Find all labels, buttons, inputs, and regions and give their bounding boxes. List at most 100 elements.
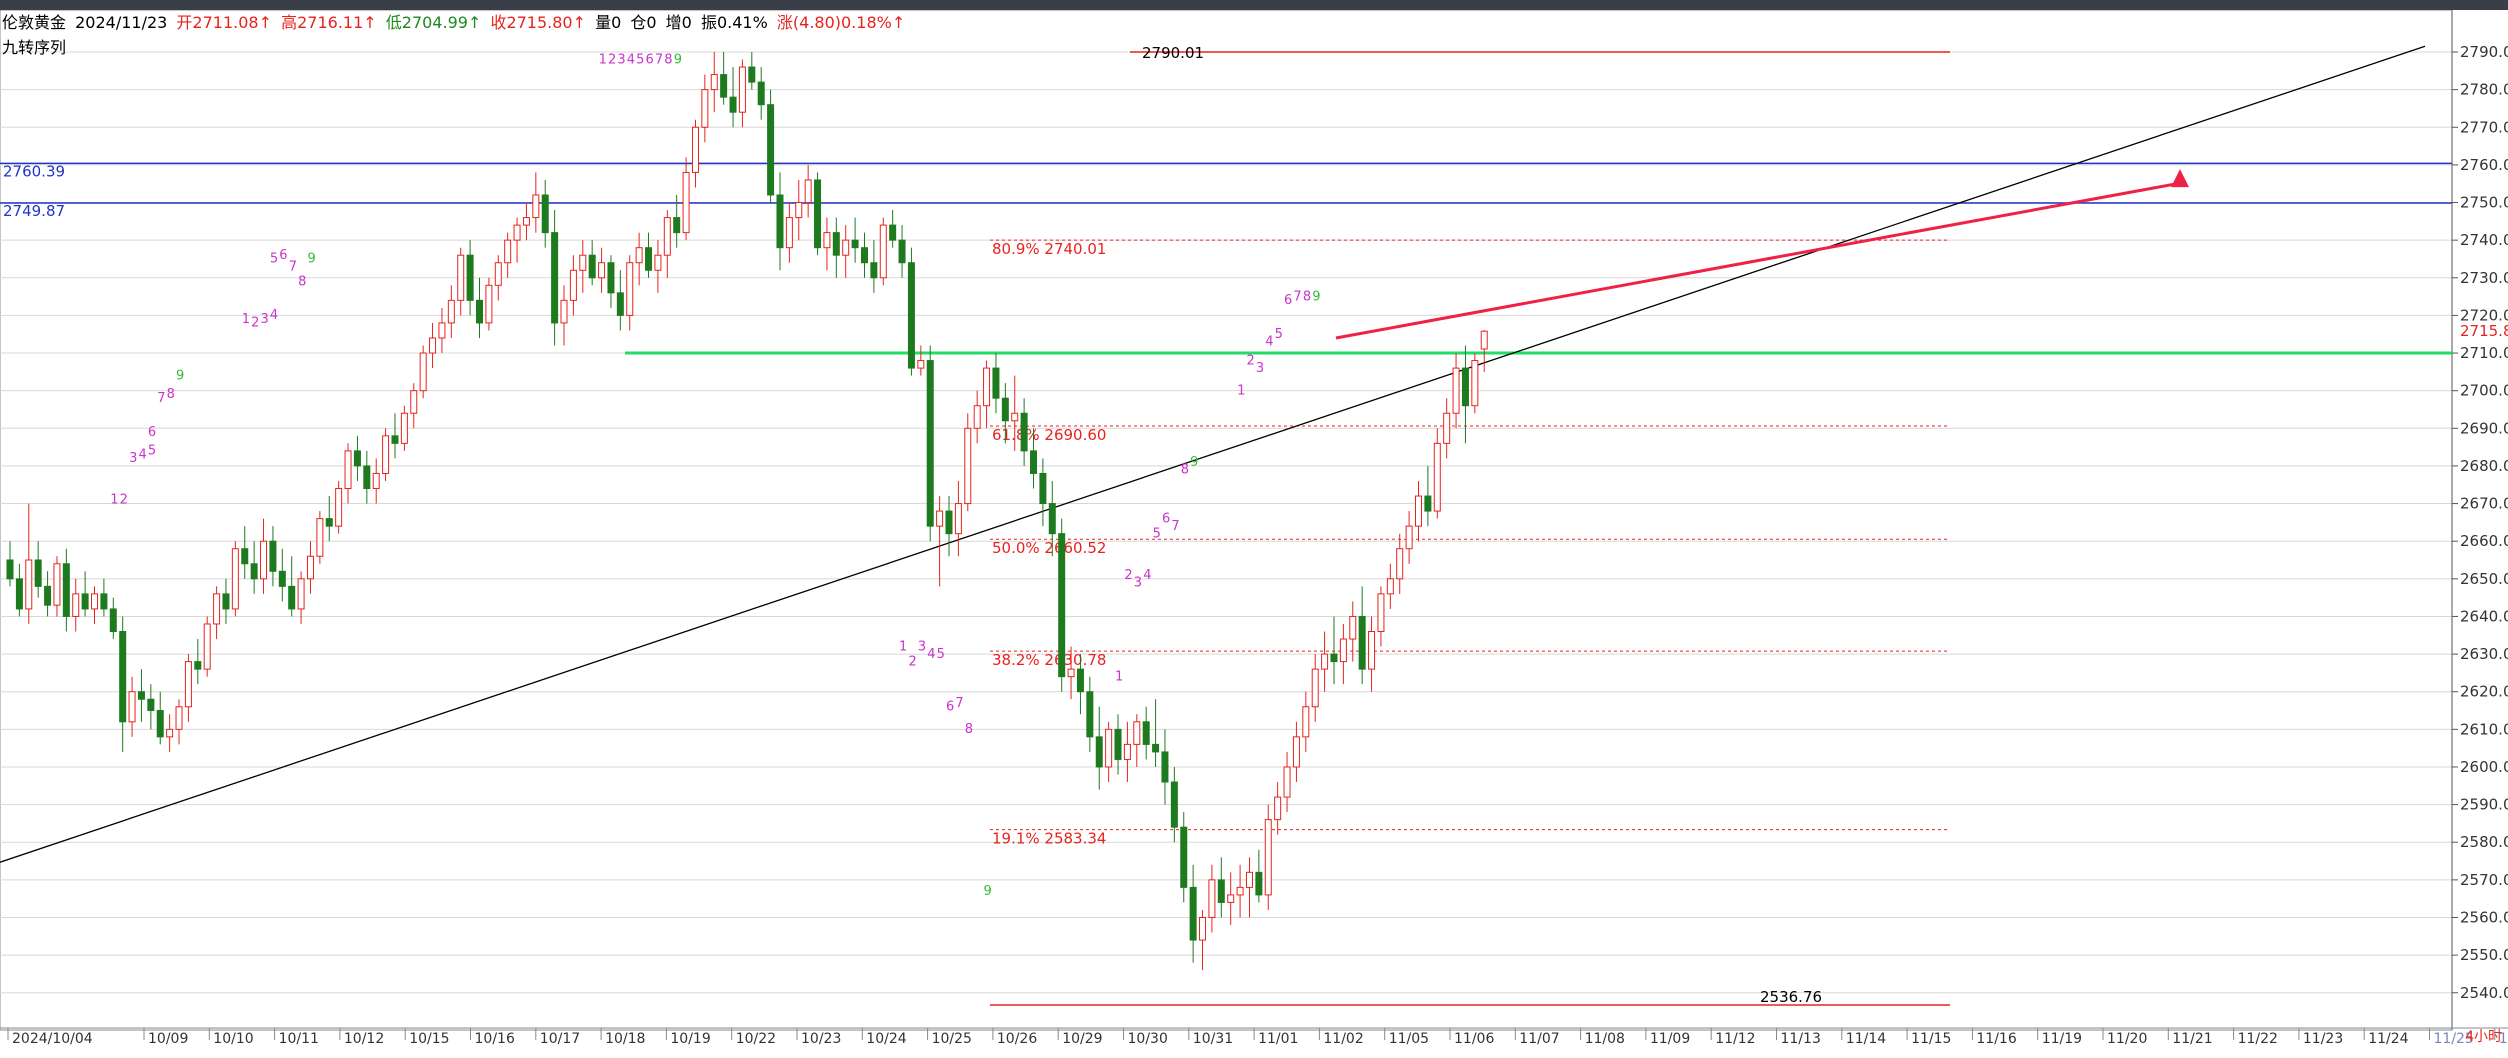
candle-body [438, 322, 446, 339]
candle-body [1086, 691, 1094, 738]
current-price-label: 2715.80 [2460, 322, 2508, 340]
sequence-mark: 5 [1153, 526, 1161, 541]
candle-body [626, 262, 634, 316]
candle-body [1396, 548, 1404, 580]
candle-body [691, 126, 699, 173]
x-tick-label: 11/02 [1323, 1031, 1363, 1047]
candle-body [1377, 593, 1385, 633]
candle-body [560, 299, 568, 324]
y-tick-label: 2640.00 [2460, 607, 2508, 625]
y-tick-label: 2540.00 [2460, 984, 2508, 1002]
candle-body [954, 503, 962, 535]
y-tick-label: 2700.00 [2460, 382, 2508, 400]
candle-body [936, 510, 944, 527]
y-tick-label: 2790.00 [2460, 43, 2508, 61]
candle-body [1292, 736, 1300, 768]
candle-body [1274, 796, 1282, 821]
candle-body [1161, 751, 1169, 783]
y-tick-label: 2560.00 [2460, 908, 2508, 926]
candle-body [81, 593, 89, 610]
sequence-mark: 2 [908, 654, 916, 669]
candle-body [588, 254, 596, 279]
candle-body [128, 691, 136, 723]
candle-body [53, 563, 61, 606]
candle-body [1048, 503, 1056, 535]
amplitude-value: 振0.41% [700, 13, 768, 32]
y-tick-label: 2770.00 [2460, 118, 2508, 136]
candle-body [983, 367, 991, 407]
candle-body [607, 262, 615, 294]
candle-body [1452, 367, 1460, 414]
sequence-mark: 5 [937, 647, 945, 662]
candle-body [522, 217, 530, 226]
candle-body [823, 232, 831, 249]
candle-body [720, 74, 728, 98]
sequence-mark: 6 [279, 248, 287, 263]
candle-body [429, 337, 437, 354]
candle-body [898, 239, 906, 264]
candle-body [504, 239, 512, 264]
sequence-mark: 3 [129, 451, 137, 466]
increase-value: 增0 [665, 13, 692, 32]
candle-body [241, 548, 249, 565]
candle-body [100, 593, 108, 610]
fib-label: 50.0% 2660.52 [992, 539, 1106, 557]
period-button[interactable]: 4小时 [2465, 1026, 2502, 1046]
y-tick-label: 2590.00 [2460, 796, 2508, 814]
x-tick-label: 11/15 [1911, 1031, 1951, 1047]
sequence-mark: 1 [1237, 383, 1245, 398]
high-price: 高2716.11↑ [281, 13, 377, 32]
candle-body [645, 247, 653, 271]
resistance-label: 2760.39 [3, 162, 65, 180]
candle-body [569, 269, 577, 301]
sequence-mark: 3 [1256, 361, 1264, 376]
x-tick-label: 10/12 [344, 1031, 384, 1047]
x-tick-label: 11/20 [2107, 1031, 2147, 1047]
candle-body [945, 510, 953, 535]
candle-body [964, 427, 972, 505]
x-tick-label: 10/22 [736, 1031, 776, 1047]
sequence-mark: 8 [965, 722, 973, 737]
candle-body [203, 623, 211, 670]
y-tick-label: 2620.00 [2460, 683, 2508, 701]
candle-body [973, 405, 981, 429]
candle-body [213, 593, 221, 625]
candle-body [1133, 721, 1141, 745]
sequence-mark: 4 [927, 647, 935, 662]
sequence-mark: 7 [655, 52, 663, 67]
candle-body [879, 224, 887, 279]
candle-body [1339, 638, 1347, 663]
candle-body [1123, 743, 1131, 760]
candle-body [1283, 766, 1291, 798]
x-tick-label: 10/24 [866, 1031, 906, 1047]
sequence-mark: 5 [270, 252, 278, 267]
candle-body [184, 661, 192, 708]
sequence-mark: 6 [1162, 511, 1170, 526]
candle-body [466, 254, 474, 301]
fib-label: 80.9% 2740.01 [992, 240, 1106, 258]
x-tick-label: 11/07 [1519, 1031, 1559, 1047]
candle-body [729, 96, 737, 113]
sequence-mark: 5 [148, 444, 156, 459]
sequence-mark: 7 [955, 696, 963, 711]
candle-body [419, 352, 427, 392]
candle-body [166, 728, 174, 738]
candle-body [344, 450, 352, 490]
candlestick-chart[interactable]: 2790.00 2780.00 2770.00 2760.00 2750.00 2740.… [0, 10, 2508, 1058]
x-tick-label: 11/14 [1846, 1031, 1886, 1047]
candle-body [532, 194, 540, 219]
sequence-mark: 6 [946, 700, 954, 715]
candle-body [372, 472, 380, 490]
sequence-mark: 7 [157, 391, 165, 406]
candle-body [598, 262, 606, 279]
candle-body [1217, 879, 1225, 903]
x-tick-label: 11/21 [2172, 1031, 2212, 1047]
title-bar [0, 0, 2508, 10]
x-tick-label: 11/16 [1976, 1031, 2016, 1047]
candle-body [156, 710, 164, 738]
candle-body [297, 578, 305, 610]
open-price: 开2711.08↑ [176, 13, 272, 32]
candle-body [137, 691, 145, 700]
instrument-name: 伦敦黄金 [2, 13, 67, 32]
y-tick-label: 2650.00 [2460, 570, 2508, 588]
